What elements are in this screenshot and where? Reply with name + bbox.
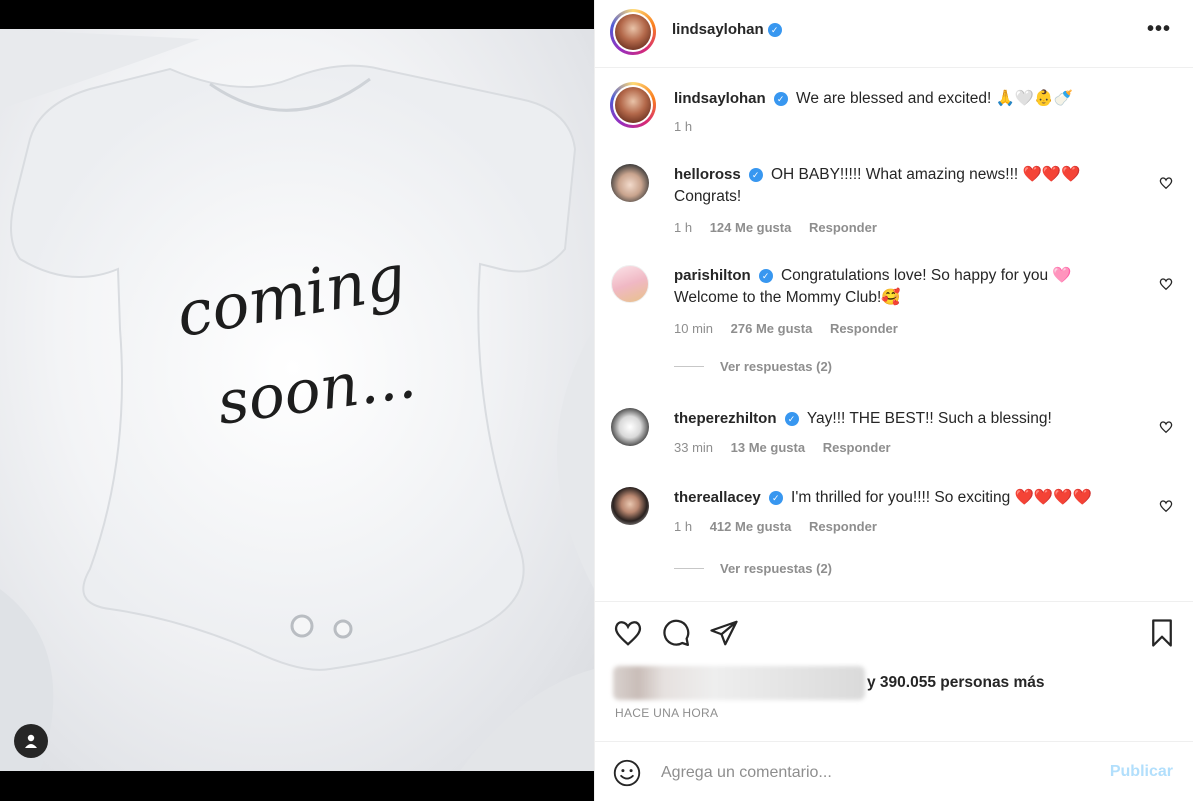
reply-button[interactable]: Responder <box>830 321 898 336</box>
comment-avatar[interactable] <box>611 164 649 202</box>
reply-button[interactable]: Responder <box>809 519 877 534</box>
comment-likes[interactable]: 13 Me gusta <box>731 440 805 455</box>
caption-meta: 1 h <box>674 119 706 134</box>
comment-content: Yay!!! THE BEST!! Such a blessing! <box>806 410 1052 427</box>
more-options-icon[interactable]: ••• <box>1147 18 1171 41</box>
owner-username[interactable]: lindsaylohan <box>672 21 764 38</box>
comment-text: helloross ✓ OH BABY!!!!! What amazing new… <box>674 164 1144 208</box>
share-icon[interactable] <box>709 618 739 648</box>
heart-icon[interactable] <box>1159 499 1173 513</box>
replies-divider <box>674 366 704 367</box>
comment-content: Congratulations love! So happy for you 🩷 <box>780 267 1072 284</box>
comment-username[interactable]: helloross <box>674 166 741 183</box>
comments-list: lindsaylohan ✓ We are blessed and excited… <box>595 69 1193 602</box>
comment-content-2: Congrats! <box>674 188 742 205</box>
comment-likes[interactable]: 276 Me gusta <box>731 321 813 336</box>
comment-text: thereallacey ✓ I'm thrilled for you!!!! S… <box>674 487 1144 509</box>
comment-time[interactable]: 1 h <box>674 519 692 534</box>
comment-time[interactable]: 1 h <box>674 220 692 235</box>
comment-meta: 10 min 276 Me gusta Responder <box>674 321 912 336</box>
heart-icon[interactable] <box>1159 176 1173 190</box>
comment-content-2: Welcome to the Mommy Club!🥰 <box>674 289 901 306</box>
view-replies-label[interactable]: Ver respuestas (2) <box>720 359 832 374</box>
publish-button[interactable]: Publicar <box>1110 763 1173 781</box>
post-side-panel: lindsaylohan ✓ ••• lindsaylohan ✓ We are b… <box>594 0 1193 801</box>
view-replies-button[interactable]: Ver respuestas (2) <box>674 561 832 576</box>
comment-likes[interactable]: 124 Me gusta <box>710 220 792 235</box>
comment-username[interactable]: parishilton <box>674 267 751 284</box>
post-actions: y 390.055 personas más HACE UNA HORA <box>595 602 1193 742</box>
reply-button[interactable]: Responder <box>823 440 891 455</box>
verified-icon: ✓ <box>748 167 763 182</box>
comment-username[interactable]: theperezhilton <box>674 410 777 427</box>
likes-count[interactable]: y 390.055 personas más <box>867 674 1045 692</box>
heart-icon[interactable] <box>613 618 643 648</box>
comment-content: OH BABY!!!!! What amazing news!!! ❤️❤️❤️ <box>771 166 1081 183</box>
comment-icon[interactable] <box>661 618 691 648</box>
caption-avatar[interactable] <box>610 82 656 128</box>
post-timestamp[interactable]: HACE UNA HORA <box>615 706 718 720</box>
verified-icon: ✓ <box>768 490 783 505</box>
verified-icon: ✓ <box>758 268 773 283</box>
heart-icon[interactable] <box>1159 420 1173 434</box>
owner-avatar[interactable] <box>610 9 656 55</box>
comment-meta: 33 min 13 Me gusta Responder <box>674 440 905 455</box>
verified-icon: ✓ <box>773 91 788 106</box>
view-replies-button[interactable]: Ver respuestas (2) <box>674 359 832 374</box>
verified-icon: ✓ <box>784 411 799 426</box>
caption-time[interactable]: 1 h <box>674 119 692 134</box>
instagram-post-modal: coming soon... lindsaylohan ✓ ••• lindsay… <box>0 0 1193 801</box>
onesie-illustration: coming soon... <box>0 29 594 771</box>
comment-text: parishilton ✓ Congratulations love! So ha… <box>674 265 1144 309</box>
post-image[interactable]: coming soon... <box>0 29 594 771</box>
comment-time[interactable]: 10 min <box>674 321 713 336</box>
emoji-icon[interactable] <box>613 759 641 787</box>
caption-content: We are blessed and excited! 🙏🤍👶🍼 <box>796 90 1073 107</box>
heart-icon[interactable] <box>1159 277 1173 291</box>
user-tag-icon[interactable] <box>14 724 48 758</box>
comment-meta: 1 h 124 Me gusta Responder <box>674 220 891 235</box>
bookmark-icon[interactable] <box>1147 618 1177 648</box>
comment-meta: 1 h 412 Me gusta Responder <box>674 519 891 534</box>
post-header: lindsaylohan ✓ ••• <box>595 0 1193 68</box>
comment-content: I'm thrilled for you!!!! So exciting ❤️❤… <box>791 489 1092 506</box>
verified-icon: ✓ <box>767 22 782 37</box>
comment-text: theperezhilton ✓ Yay!!! THE BEST!! Such a… <box>674 408 1144 430</box>
comment-time[interactable]: 33 min <box>674 440 713 455</box>
reply-button[interactable]: Responder <box>809 220 877 235</box>
caption-username[interactable]: lindsaylohan <box>674 90 766 107</box>
caption-text: lindsaylohan ✓ We are blessed and excited… <box>674 88 1144 110</box>
comment-avatar[interactable] <box>611 408 649 446</box>
replies-divider <box>674 568 704 569</box>
comment-username[interactable]: thereallacey <box>674 489 761 506</box>
post-media-panel: coming soon... <box>0 0 594 801</box>
comment-input[interactable] <box>661 761 1091 785</box>
comment-avatar[interactable] <box>611 487 649 525</box>
add-comment-bar: Publicar <box>595 743 1193 801</box>
comment-avatar[interactable] <box>611 265 649 303</box>
view-replies-label[interactable]: Ver respuestas (2) <box>720 561 832 576</box>
liked-by-avatars[interactable] <box>613 666 865 700</box>
comment-likes[interactable]: 412 Me gusta <box>710 519 792 534</box>
